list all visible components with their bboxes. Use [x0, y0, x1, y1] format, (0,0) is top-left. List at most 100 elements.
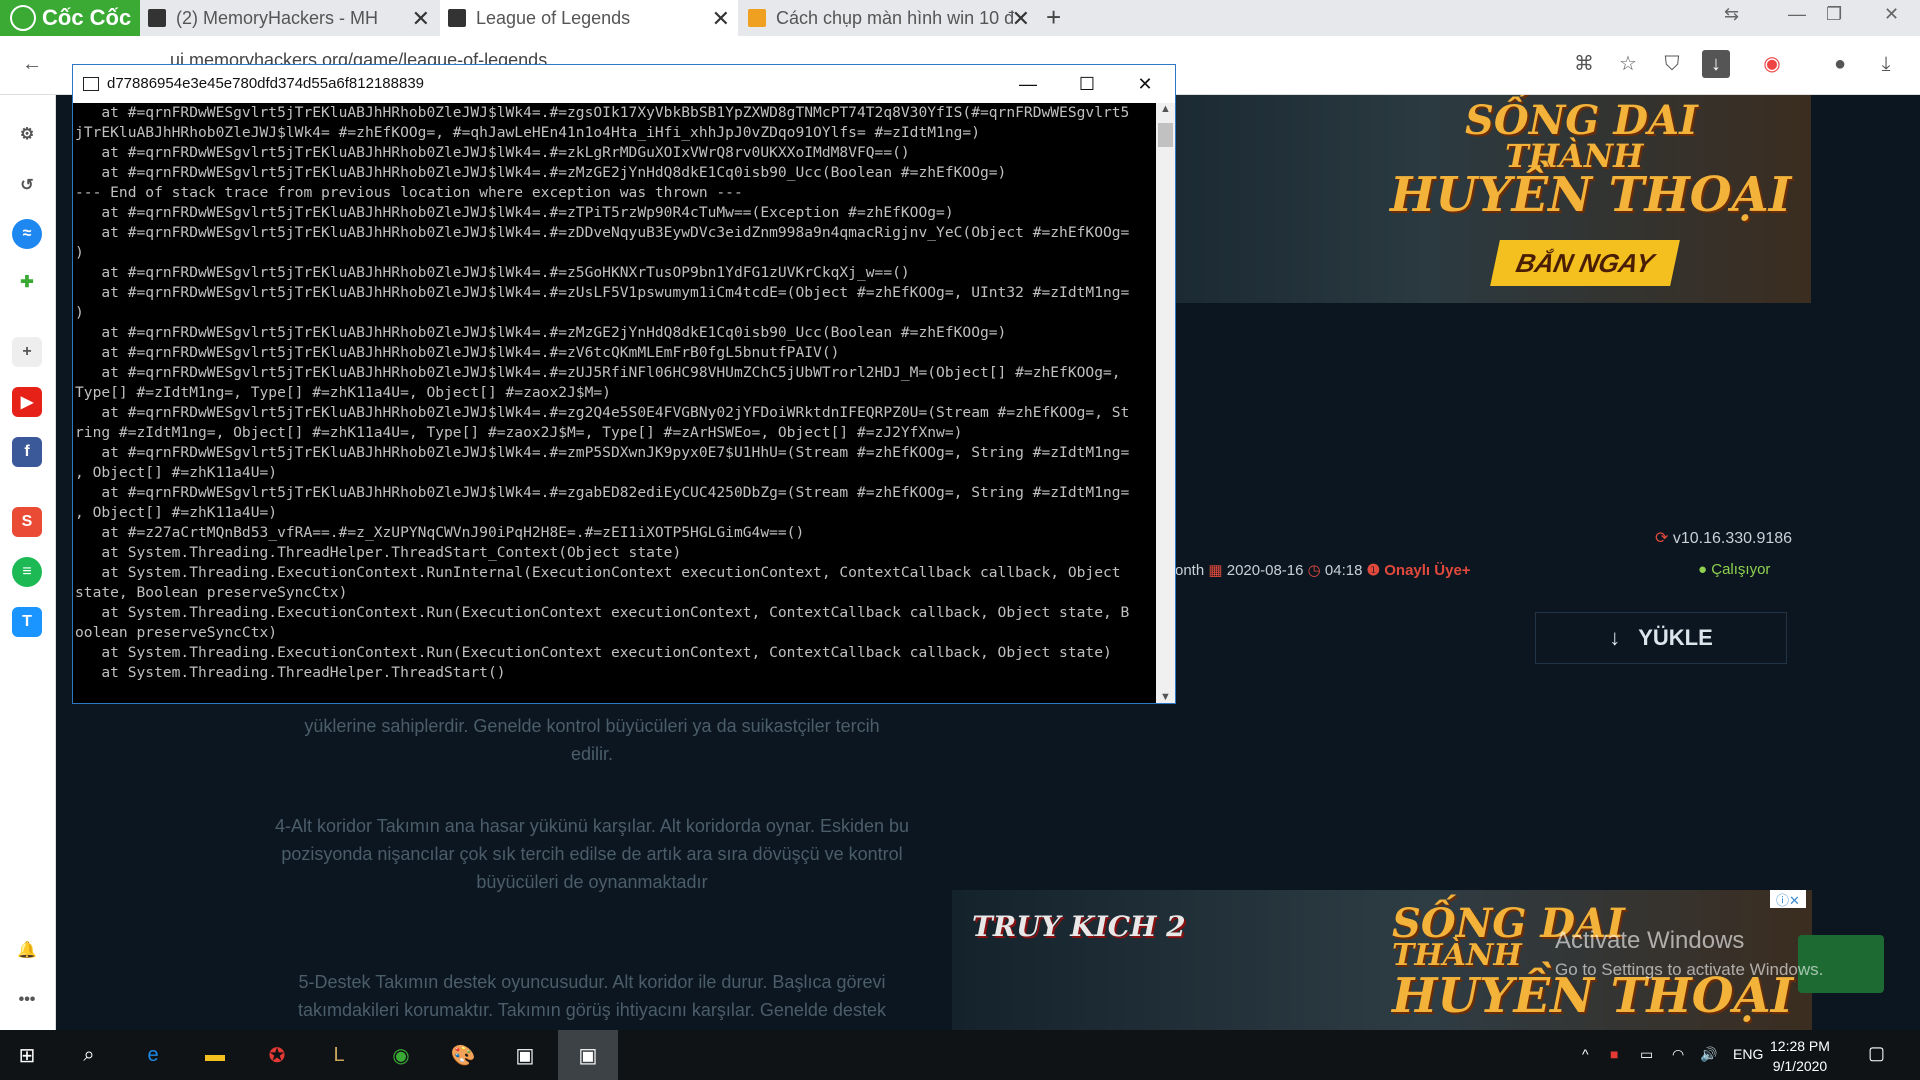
console-line: at #=qrnFRDwWESgvlrt5jTrEKluABJhHRhob0Zl…	[75, 264, 910, 281]
console-line: at #=qrnFRDwWESgvlrt5jTrEKluABJhHRhob0Zl…	[75, 284, 1130, 301]
article-favicon-icon	[748, 9, 766, 27]
console-line: at #=qrnFRDwWESgvlrt5jTrEKluABJhHRhob0Zl…	[75, 224, 1130, 241]
tab-title: (2) MemoryHackers - MH	[176, 7, 379, 28]
spotify-icon[interactable]: ≡	[12, 557, 42, 587]
extension-icon[interactable]: ◉	[1758, 50, 1786, 78]
shield-icon[interactable]: ⛉	[1658, 50, 1686, 78]
bookmark-star-icon[interactable]: ☆	[1614, 50, 1642, 78]
edge-browser-icon[interactable]: e	[136, 1038, 170, 1072]
console-line: ring #=zIdtM1ng=, Object[] #=zhK11a4U=, …	[75, 424, 963, 441]
tiki-icon[interactable]: T	[12, 607, 42, 637]
close-icon[interactable]: ✕	[1130, 71, 1160, 97]
windows-start-icon[interactable]: ⊞	[10, 1038, 44, 1072]
volume-icon[interactable]: 🔊	[1700, 1046, 1717, 1063]
facebook-icon[interactable]: f	[12, 437, 42, 467]
post-date: 2020-08-16	[1226, 562, 1304, 579]
notification-bell-icon[interactable]: 🔔	[12, 935, 42, 965]
taskbar-clock[interactable]: 12:28 PM 9/1/2020	[1770, 1036, 1830, 1076]
scroll-up-arrow-icon[interactable]: ▲	[1156, 103, 1175, 115]
windows-taskbar: ⊞ ⌕ e ▬ ✪ L ◉ 🎨 ▣ ▣ ^ ■ ▭ ◠ 🔊 ENG 12:28 …	[0, 1030, 1920, 1080]
console-scrollbar[interactable]: ▲ ▼	[1156, 103, 1175, 703]
approved-member-badge: ❶ Onaylı Üye+	[1366, 562, 1471, 579]
back-arrow-icon[interactable]: ←	[18, 50, 46, 78]
console-line: at #=qrnFRDwWESgvlrt5jTrEKluABJhHRhob0Zl…	[75, 344, 840, 361]
ad-play-now-button[interactable]: BẮN NGAY	[1490, 240, 1680, 286]
minimize-icon[interactable]: —	[1013, 71, 1043, 97]
league-client-icon[interactable]: L	[322, 1038, 356, 1072]
download-icon[interactable]: ↓	[1702, 50, 1730, 78]
download-button[interactable]: ↓ YÜKLE	[1535, 612, 1787, 664]
settings-gear-icon[interactable]: ⚙	[12, 119, 42, 149]
console-line: )	[75, 304, 84, 321]
status-text: Çalışıyor	[1711, 561, 1771, 578]
maximize-icon[interactable]: ☐	[1072, 71, 1102, 97]
tab-title: Cách chụp màn hình win 10 đ	[776, 7, 1015, 28]
refresh-icon: ⟳	[1655, 530, 1669, 547]
clock-date: 9/1/2020	[1772, 1058, 1828, 1074]
paint-icon[interactable]: 🎨	[446, 1038, 480, 1072]
translate-icon[interactable]: ⌘	[1570, 50, 1598, 78]
tray-overflow-icon[interactable]: ^	[1582, 1046, 1589, 1062]
ad-headline-line3: HUYỀN THOẠI	[1390, 167, 1792, 223]
game-controller-icon[interactable]: ✚	[12, 267, 42, 297]
tab-league-of-legends[interactable]: League of Legends ✕	[440, 0, 738, 36]
description-paragraph-2: 4-Alt koridor Takımın ana hasar yükünü k…	[275, 816, 909, 892]
calendar-icon: ▦	[1208, 562, 1223, 579]
console-line: at System.Threading.ExecutionContext.Run…	[75, 564, 1121, 581]
ad-button-label: BẮN NGAY	[1513, 247, 1657, 278]
close-window-icon[interactable]: ✕	[1884, 4, 1899, 25]
messenger-icon[interactable]: ≈	[12, 219, 42, 249]
console-app-icon	[83, 77, 99, 91]
action-center-icon[interactable]: ▢	[1868, 1043, 1885, 1064]
tab-memoryhackers[interactable]: (2) MemoryHackers - MH ✕	[140, 0, 438, 36]
close-tab-icon[interactable]: ✕	[712, 6, 730, 32]
history-icon[interactable]: ↺	[12, 170, 42, 200]
ad-choices-icon[interactable]: ⓘ✕	[1770, 890, 1806, 908]
profile-avatar-icon[interactable]: ●	[1826, 50, 1854, 78]
restore-window-icon[interactable]: ❐	[1826, 4, 1842, 25]
coccoc-menu-button[interactable]: Cốc Cốc	[0, 0, 140, 36]
description-paragraph-1: yüklerine sahiplerdir. Genelde kontrol b…	[304, 716, 880, 764]
coccoc-taskbar-icon[interactable]: ◉	[384, 1038, 418, 1072]
console-line: state, Boolean preserveSyncCtx)	[75, 584, 348, 601]
add-sidebar-app-icon[interactable]: +	[12, 337, 42, 367]
console-output: at #=qrnFRDwWESgvlrt5jTrEKluABJhHRhob0Zl…	[73, 103, 1156, 703]
close-tab-icon[interactable]: ✕	[412, 6, 430, 32]
file-explorer-icon[interactable]: ▬	[198, 1038, 232, 1072]
stack-trace-text: at #=qrnFRDwWESgvlrt5jTrEKluABJhHRhob0Zl…	[73, 103, 1156, 683]
console-taskbar-icon[interactable]: ▣	[508, 1038, 542, 1072]
new-tab-button[interactable]: +	[1046, 2, 1061, 33]
console-line: at #=qrnFRDwWESgvlrt5jTrEKluABJhHRhob0Zl…	[75, 104, 1130, 121]
garena-icon[interactable]: ✪	[260, 1038, 294, 1072]
battery-icon[interactable]: ▭	[1640, 1046, 1653, 1063]
console-line: at System.Threading.ExecutionContext.Run…	[75, 644, 1112, 661]
search-icon[interactable]: ⌕	[72, 1038, 106, 1072]
downloads-bar-icon[interactable]: ⤓	[1872, 50, 1900, 78]
shopee-icon[interactable]: S	[12, 507, 42, 537]
scrollbar-thumb[interactable]	[1158, 123, 1173, 147]
active-console-taskbar-icon[interactable]: ▣	[558, 1030, 618, 1080]
more-options-icon[interactable]: •••	[12, 985, 42, 1015]
console-line: at #=qrnFRDwWESgvlrt5jTrEKluABJhHRhob0Zl…	[75, 164, 1007, 181]
activate-windows-watermark: Activate Windows	[1555, 927, 1745, 954]
post-time: 04:18	[1324, 562, 1363, 579]
console-line: at #=qrnFRDwWESgvlrt5jTrEKluABJhHRhob0Zl…	[75, 144, 910, 161]
check-circle-icon: ●	[1698, 561, 1708, 578]
tray-app-icon[interactable]: ■	[1610, 1046, 1618, 1062]
tab-screenshot-guide[interactable]: Cách chụp màn hình win 10 đ ✕	[740, 0, 1038, 36]
input-language[interactable]: ENG	[1733, 1046, 1763, 1062]
console-window[interactable]: d77886954e3e45e780dfd374d55a6f812188839 …	[72, 64, 1176, 704]
console-title: d77886954e3e45e780dfd374d55a6f812188839	[107, 75, 424, 92]
tab-search-icon[interactable]: ⇆	[1724, 4, 1739, 25]
console-line: oolean preserveSyncCtx)	[75, 624, 278, 641]
scroll-down-arrow-icon[interactable]: ▼	[1156, 691, 1175, 703]
clock-time: 12:28 PM	[1770, 1038, 1830, 1054]
top-advertisement-banner[interactable]: SỐNG DAI THÀNH HUYỀN THOẠI BẮN NGAY	[1175, 95, 1811, 303]
youtube-icon[interactable]: ▶	[12, 387, 42, 417]
console-line: at System.Threading.ExecutionContext.Run…	[75, 604, 1130, 621]
minimize-window-icon[interactable]: —	[1788, 4, 1806, 25]
console-line: at System.Threading.ThreadHelper.ThreadS…	[75, 664, 506, 681]
wifi-icon[interactable]: ◠	[1672, 1046, 1684, 1063]
close-tab-icon[interactable]: ✕	[1012, 6, 1030, 32]
console-title-bar[interactable]: d77886954e3e45e780dfd374d55a6f812188839 …	[73, 65, 1175, 103]
